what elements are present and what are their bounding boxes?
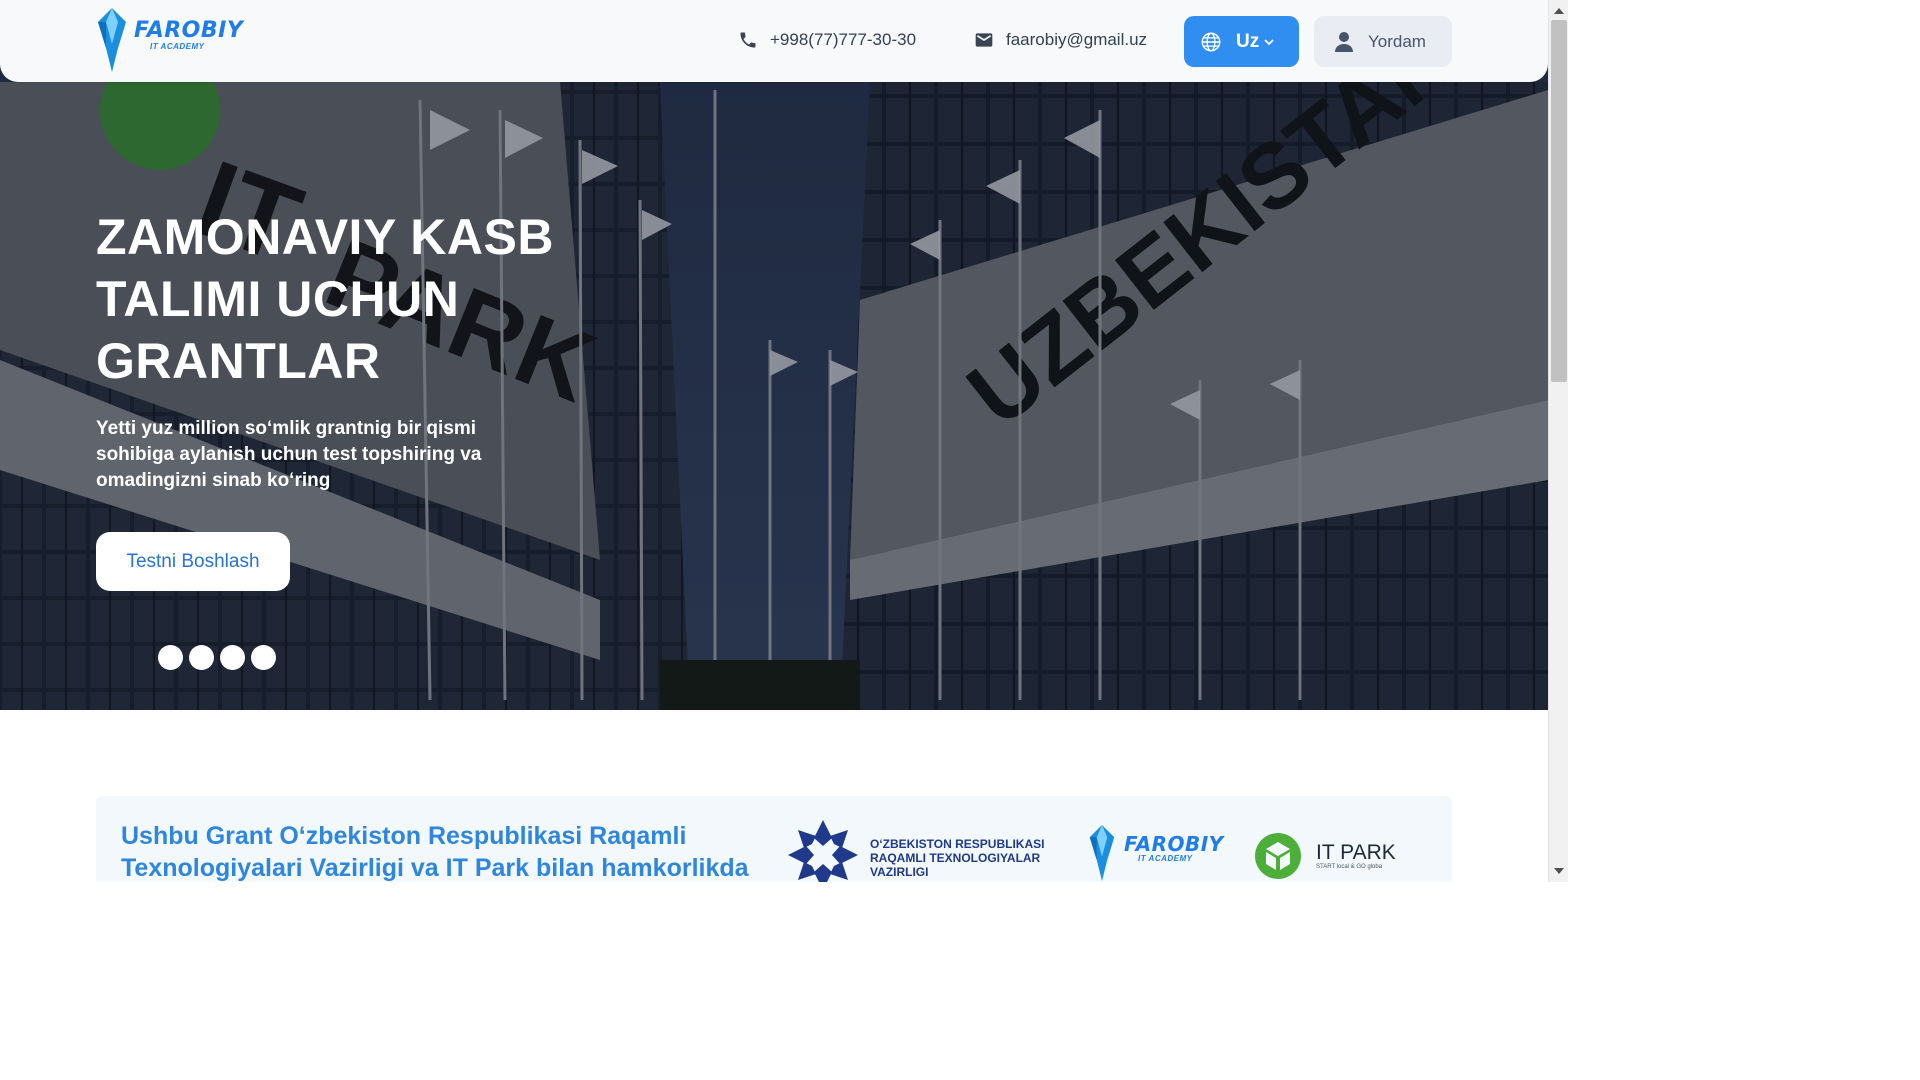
vertical-scrollbar[interactable] [1548, 0, 1568, 882]
logo-subtitle: IT ACADEMY [150, 42, 205, 51]
itpark-logo[interactable]: IT PARK START local & GO globa [1252, 832, 1396, 880]
itpark-text: IT PARK START local & GO globa [1316, 841, 1396, 871]
phone-icon [740, 32, 756, 48]
hero-subtitle: Yetti yuz million so‘mlik grantnig bir q… [96, 418, 482, 491]
page: IT PARK UZBEKISTAN ZAMONAVIY KASB TALIMI… [0, 0, 1548, 882]
partner-farobiy-logo[interactable]: FAROBIY IT ACADEMY [1088, 824, 1228, 882]
ministry-emblem-icon [788, 820, 858, 882]
globe-icon [1201, 32, 1221, 51]
mail-icon [975, 33, 993, 47]
carousel-dots [158, 645, 276, 670]
scrollbar-thumb[interactable] [1551, 20, 1567, 382]
itpark-tagline: START local & GO globa [1316, 864, 1383, 870]
carousel-dot-2[interactable] [189, 645, 214, 670]
phone-number: +998(77)777-30-30 [770, 30, 917, 49]
carousel-dot-3[interactable] [220, 645, 245, 670]
farobiy-crystal-logo-icon [98, 8, 126, 72]
carousel-dot-4[interactable] [251, 645, 276, 670]
farobiy-crystal-logo-icon [1089, 825, 1115, 881]
scroll-up-arrow-icon[interactable] [1554, 8, 1564, 14]
email-address: faarobiy@gmail.uz [1006, 30, 1148, 49]
hero-banner: IT PARK UZBEKISTAN ZAMONAVIY KASB TALIMI… [0, 0, 1548, 710]
itpark-name: IT PARK [1316, 841, 1396, 864]
partner-statement: Ushbu Grant O‘zbekiston Respublikasi Raq… [121, 822, 749, 882]
hero-title: ZAMONAVIY KASB TALIMI UCHUN GRANTLAR [96, 209, 554, 389]
language-select[interactable]: Uz [1184, 16, 1299, 67]
help-button[interactable]: Yordam [1314, 16, 1452, 67]
ministry-logo[interactable]: O‘ZBEKISTON RESPUBLIKASI RAQAMLI TEXNOLO… [788, 820, 1050, 882]
carousel-dot-1[interactable] [158, 645, 183, 670]
language-label: Uz [1236, 30, 1260, 52]
itpark-cube-icon [1255, 833, 1301, 879]
help-label: Yordam [1368, 31, 1426, 51]
email-contact[interactable]: faarobiy@gmail.uz [974, 30, 1147, 50]
logo-name: FAROBIY [134, 18, 244, 43]
scroll-down-arrow-icon[interactable] [1554, 868, 1564, 874]
farobiy-logo[interactable]: FAROBIY IT ACADEMY [96, 8, 243, 72]
ministry-name: O‘ZBEKISTON RESPUBLIKASI RAQAMLI TEXNOLO… [870, 837, 1045, 879]
site-header: FAROBIY IT ACADEMY +998(77)777-30-30 faa… [0, 0, 1548, 82]
partner-farobiy-name: FAROBIY [1124, 832, 1224, 856]
chevron-down-icon [1264, 38, 1274, 45]
user-icon [1335, 31, 1353, 52]
farobiy-logo-small: FAROBIY IT ACADEMY [1088, 824, 1228, 882]
partner-farobiy-sub: IT ACADEMY [1138, 854, 1193, 863]
partner-banner: Ushbu Grant O‘zbekiston Respublikasi Raq… [96, 796, 1452, 882]
phone-contact[interactable]: +998(77)777-30-30 [738, 30, 916, 50]
start-test-button[interactable]: Testni Boshlash [96, 532, 290, 591]
